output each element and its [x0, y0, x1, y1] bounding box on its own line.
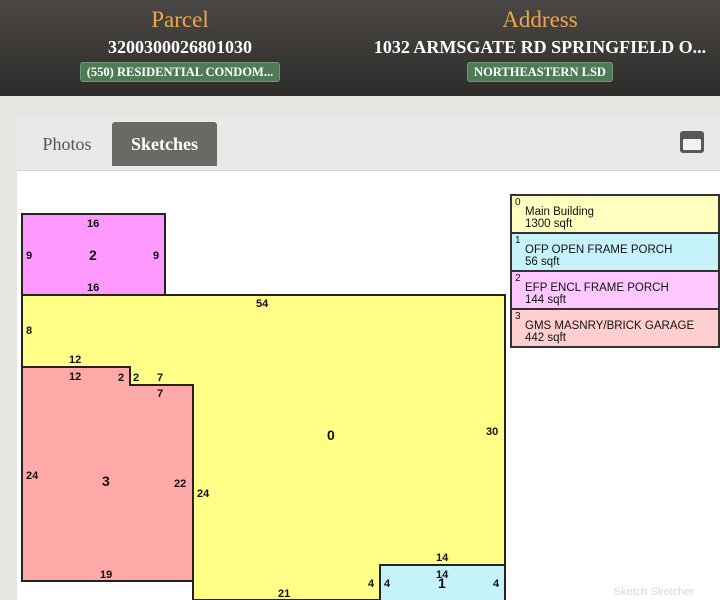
legend-name: Main Building: [525, 206, 595, 218]
legend-num: 1: [515, 235, 521, 246]
area0-step-mid-a: 2: [133, 372, 139, 384]
land-use-badge: (550) RESIDENTIAL CONDOM...: [79, 62, 281, 82]
legend-name: OFP OPEN FRAME PORCH: [525, 244, 673, 256]
area0-porch-top-dim: 14: [436, 552, 449, 564]
area2-id-label: 2: [89, 247, 97, 263]
tab-sketches[interactable]: Sketches: [112, 122, 217, 166]
area0-step-top-dim: 12: [69, 354, 81, 366]
parcel-number: 3200300026801030: [108, 37, 252, 57]
area0-right-dim: 30: [486, 426, 498, 438]
area3-top-dim: 12: [69, 371, 81, 383]
legend-area: 56 sqft: [525, 256, 560, 268]
area2-right-dim: 9: [153, 250, 159, 262]
sketch-legend: 0 Main Building 1300 sqft 1 OFP OPEN FRA…: [510, 194, 720, 348]
legend-area: 442 sqft: [525, 332, 566, 344]
area3-notch-b: 7: [157, 388, 163, 400]
legend-row: 0 Main Building 1300 sqft: [512, 196, 718, 234]
area2-bottom-dim: 16: [87, 282, 99, 294]
sketch-panel: Photos Sketches 16 9 2 9 16 54 8 12 2 7 …: [17, 118, 720, 600]
legend-name: GMS MASNRY/BRICK GARAGE: [525, 320, 695, 332]
area3-bottom-dim: 19: [100, 569, 112, 581]
tab-photos[interactable]: Photos: [21, 122, 113, 166]
legend-name: EFP ENCL FRAME PORCH: [525, 282, 669, 294]
tab-bar: Photos Sketches: [17, 118, 720, 171]
parcel-header: Parcel 3200300026801030 (550) RESIDENTIA…: [0, 0, 720, 96]
school-district-badge: NORTHEASTERN LSD: [467, 62, 613, 82]
legend-num: 0: [515, 197, 521, 208]
parcel-title: Parcel: [151, 7, 209, 32]
area0-top-dim: 54: [256, 298, 269, 310]
legend-row: 2 EFP ENCL FRAME PORCH 144 sqft: [512, 272, 718, 310]
legend-area: 144 sqft: [525, 294, 566, 306]
address-title: Address: [502, 7, 578, 32]
window-minimize-icon[interactable]: [680, 131, 704, 153]
sketch-watermark: Sketch Sketcher: [613, 586, 694, 598]
area2-left-dim: 9: [26, 250, 32, 262]
address-value: 1032 ARMSGATE RD SPRINGFIELD O...: [373, 37, 707, 57]
area0-bottom-dim: 21: [278, 588, 290, 600]
area0-id-label: 0: [327, 427, 335, 443]
area2-top-dim: 16: [87, 218, 99, 230]
area1-right-dim: 4: [493, 578, 500, 590]
parcel-column: Parcel 3200300026801030 (550) RESIDENTIA…: [0, 0, 360, 87]
area3-id-label: 3: [102, 473, 110, 489]
address-column: Address 1032 ARMSGATE RD SPRINGFIELD O..…: [360, 0, 720, 87]
area0-left-dim: 8: [26, 325, 32, 337]
area0-inner-right-dim: 24: [197, 488, 210, 500]
legend-num: 2: [515, 273, 521, 284]
area1-id-label: 1: [438, 575, 446, 591]
area0-porch-left-dim: 4: [368, 578, 375, 590]
legend-row: 1 OFP OPEN FRAME PORCH 56 sqft: [512, 234, 718, 272]
area3-left-dim: 24: [26, 470, 39, 482]
area3-right-dim: 22: [174, 478, 186, 490]
area1-left-dim: 4: [384, 578, 391, 590]
legend-num: 3: [515, 311, 521, 322]
area0-step-mid-b: 7: [157, 372, 163, 384]
legend-row: 3 GMS MASNRY/BRICK GARAGE 442 sqft: [512, 310, 718, 348]
legend-area: 1300 sqft: [525, 218, 573, 230]
area3-notch-a: 2: [118, 372, 124, 384]
